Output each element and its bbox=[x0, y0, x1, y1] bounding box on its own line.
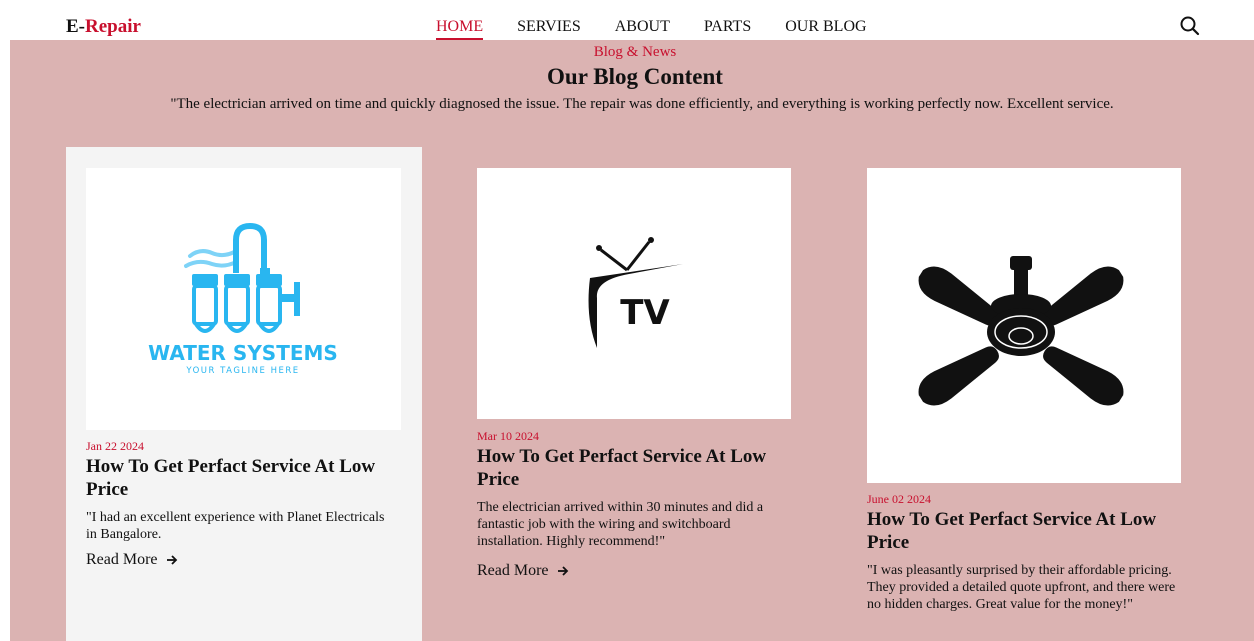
card-date: June 02 2024 bbox=[867, 492, 931, 506]
section-title: Our Blog Content bbox=[547, 64, 723, 89]
read-more-link[interactable]: Read More bbox=[86, 550, 178, 570]
card-excerpt: "I had an excellent experience with Plan… bbox=[86, 510, 385, 542]
ceiling-fan-icon bbox=[918, 256, 1124, 406]
nav-parts[interactable]: PARTS bbox=[704, 17, 751, 41]
nav-services[interactable]: SERVIES bbox=[517, 17, 581, 41]
read-more-label: Read More bbox=[477, 562, 549, 579]
section-kicker: Blog & News bbox=[593, 44, 677, 60]
blog-card-2: TV Mar 10 2024 How To Get Perfact Servic… bbox=[477, 168, 797, 598]
card-title[interactable]: How To Get Perfact Service At Low Price bbox=[477, 445, 797, 491]
search-icon[interactable] bbox=[1179, 15, 1201, 37]
water-systems-caption: WATER SYSTEMS bbox=[148, 341, 338, 365]
card-title[interactable]: How To Get Perfact Service At Low Price bbox=[86, 455, 406, 501]
arrow-right-icon bbox=[557, 566, 568, 576]
water-systems-tagline: YOUR TAGLINE HERE bbox=[185, 366, 299, 376]
nav-home[interactable]: HOME bbox=[436, 17, 484, 41]
water-systems-logo: WATER SYSTEMS YOUR TAGLINE HERE bbox=[148, 222, 338, 376]
read-more-label: Read More bbox=[86, 551, 158, 568]
logo-accent: Repair bbox=[85, 16, 141, 37]
card-image: WATER SYSTEMS YOUR TAGLINE HERE bbox=[86, 168, 401, 430]
main-nav: HOME SERVIES ABOUT PARTS OUR BLOG bbox=[436, 17, 901, 41]
arrow-right-icon bbox=[166, 555, 177, 565]
read-more-link[interactable]: Read More bbox=[477, 561, 569, 581]
card-excerpt: The electrician arrived within 30 minute… bbox=[477, 500, 764, 549]
card-title[interactable]: How To Get Perfact Service At Low Price bbox=[867, 508, 1197, 554]
top-navbar: E-Repair HOME SERVIES ABOUT PARTS OUR BL… bbox=[0, 0, 1254, 41]
blog-card-3: June 02 2024 How To Get Perfact Service … bbox=[867, 168, 1197, 641]
tv-icon: TV bbox=[588, 237, 683, 348]
section-quote: "The electrician arrived on time and qui… bbox=[170, 96, 1114, 112]
blog-section: Blog & News Our Blog Content "The electr… bbox=[10, 40, 1254, 641]
nav-about[interactable]: ABOUT bbox=[615, 17, 670, 41]
nav-our-blog[interactable]: OUR BLOG bbox=[785, 17, 866, 41]
logo-prefix: E- bbox=[66, 16, 85, 37]
card-date: Mar 10 2024 bbox=[477, 429, 539, 443]
site-logo[interactable]: E-Repair bbox=[66, 16, 141, 38]
card-image bbox=[867, 168, 1181, 483]
card-image: TV bbox=[477, 168, 791, 419]
card-date: Jan 22 2024 bbox=[86, 439, 144, 453]
tv-caption: TV bbox=[620, 293, 670, 333]
blog-card-1: WATER SYSTEMS YOUR TAGLINE HERE Jan 22 2… bbox=[66, 147, 422, 641]
card-excerpt: "I was pleasantly surprised by their aff… bbox=[867, 563, 1176, 612]
